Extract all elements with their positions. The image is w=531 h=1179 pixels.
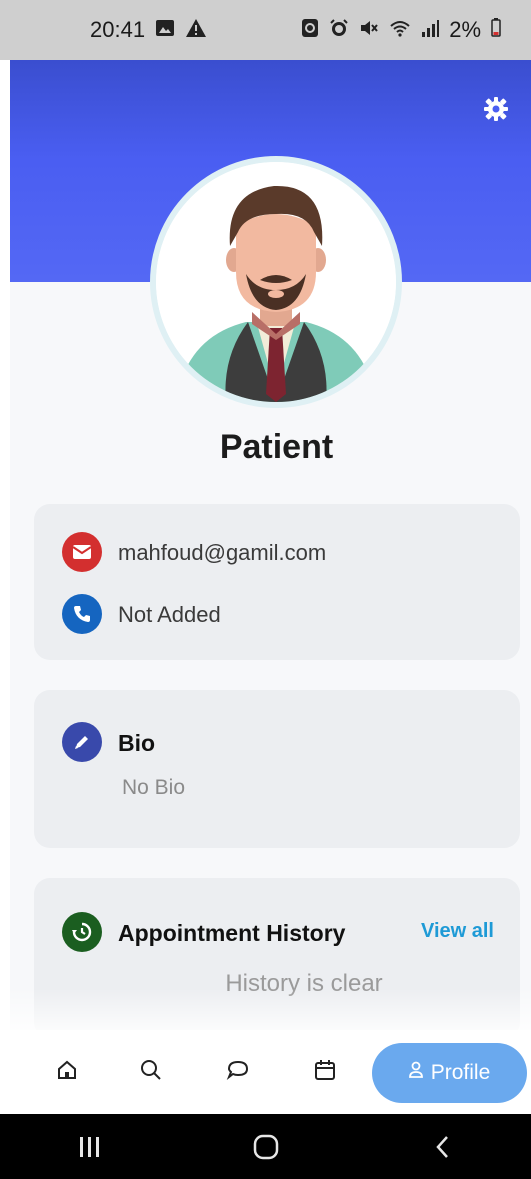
wifi-icon <box>389 18 411 42</box>
system-nav-bar <box>0 1114 531 1179</box>
status-time: 20:41 <box>90 17 146 42</box>
battery-percent: 2% <box>449 17 481 42</box>
recents-button[interactable] <box>49 1127 129 1167</box>
chat-icon[interactable] <box>226 1058 252 1084</box>
bio-card: Bio No Bio <box>34 690 520 848</box>
mute-icon <box>359 18 379 42</box>
status-left: 20:41 <box>90 17 207 43</box>
signal-icon <box>421 18 440 42</box>
bio-title: Bio <box>118 730 156 756</box>
phone-value: Not Added <box>118 602 221 627</box>
bottom-nav: Profile <box>0 1030 531 1114</box>
home-icon[interactable] <box>55 1058 81 1084</box>
profile-tab-label: Profile <box>430 1061 491 1084</box>
doctor-avatar-icon <box>156 162 396 402</box>
contact-card: mahfoud@gamil.com Not Added <box>34 504 520 660</box>
search-icon[interactable] <box>139 1058 165 1084</box>
scroll-fade <box>10 988 531 1032</box>
status-bar: 20:41 2% <box>0 0 531 60</box>
sync-icon <box>301 18 319 42</box>
home-button[interactable] <box>226 1127 306 1167</box>
avatar <box>150 156 402 408</box>
alarm-icon <box>329 18 349 42</box>
bio-text: No Bio <box>122 776 186 799</box>
history-icon <box>62 912 102 952</box>
page-title: Patient <box>219 428 334 466</box>
warning-icon <box>185 18 207 42</box>
history-title: Appointment History <box>118 920 346 946</box>
profile-tab[interactable]: Profile <box>372 1043 527 1103</box>
battery-icon <box>491 17 501 43</box>
mail-icon <box>62 532 102 572</box>
profile-icon <box>408 1061 423 1085</box>
phone-icon <box>62 594 102 634</box>
view-all-link[interactable]: View all <box>421 920 494 943</box>
gallery-icon <box>155 18 175 42</box>
edit-icon[interactable] <box>62 722 102 762</box>
email-value: mahfoud@gamil.com <box>118 540 327 565</box>
gear-icon[interactable] <box>483 96 509 122</box>
back-button[interactable] <box>403 1127 483 1167</box>
status-right: 2% <box>301 17 501 43</box>
calendar-icon[interactable] <box>313 1058 339 1084</box>
